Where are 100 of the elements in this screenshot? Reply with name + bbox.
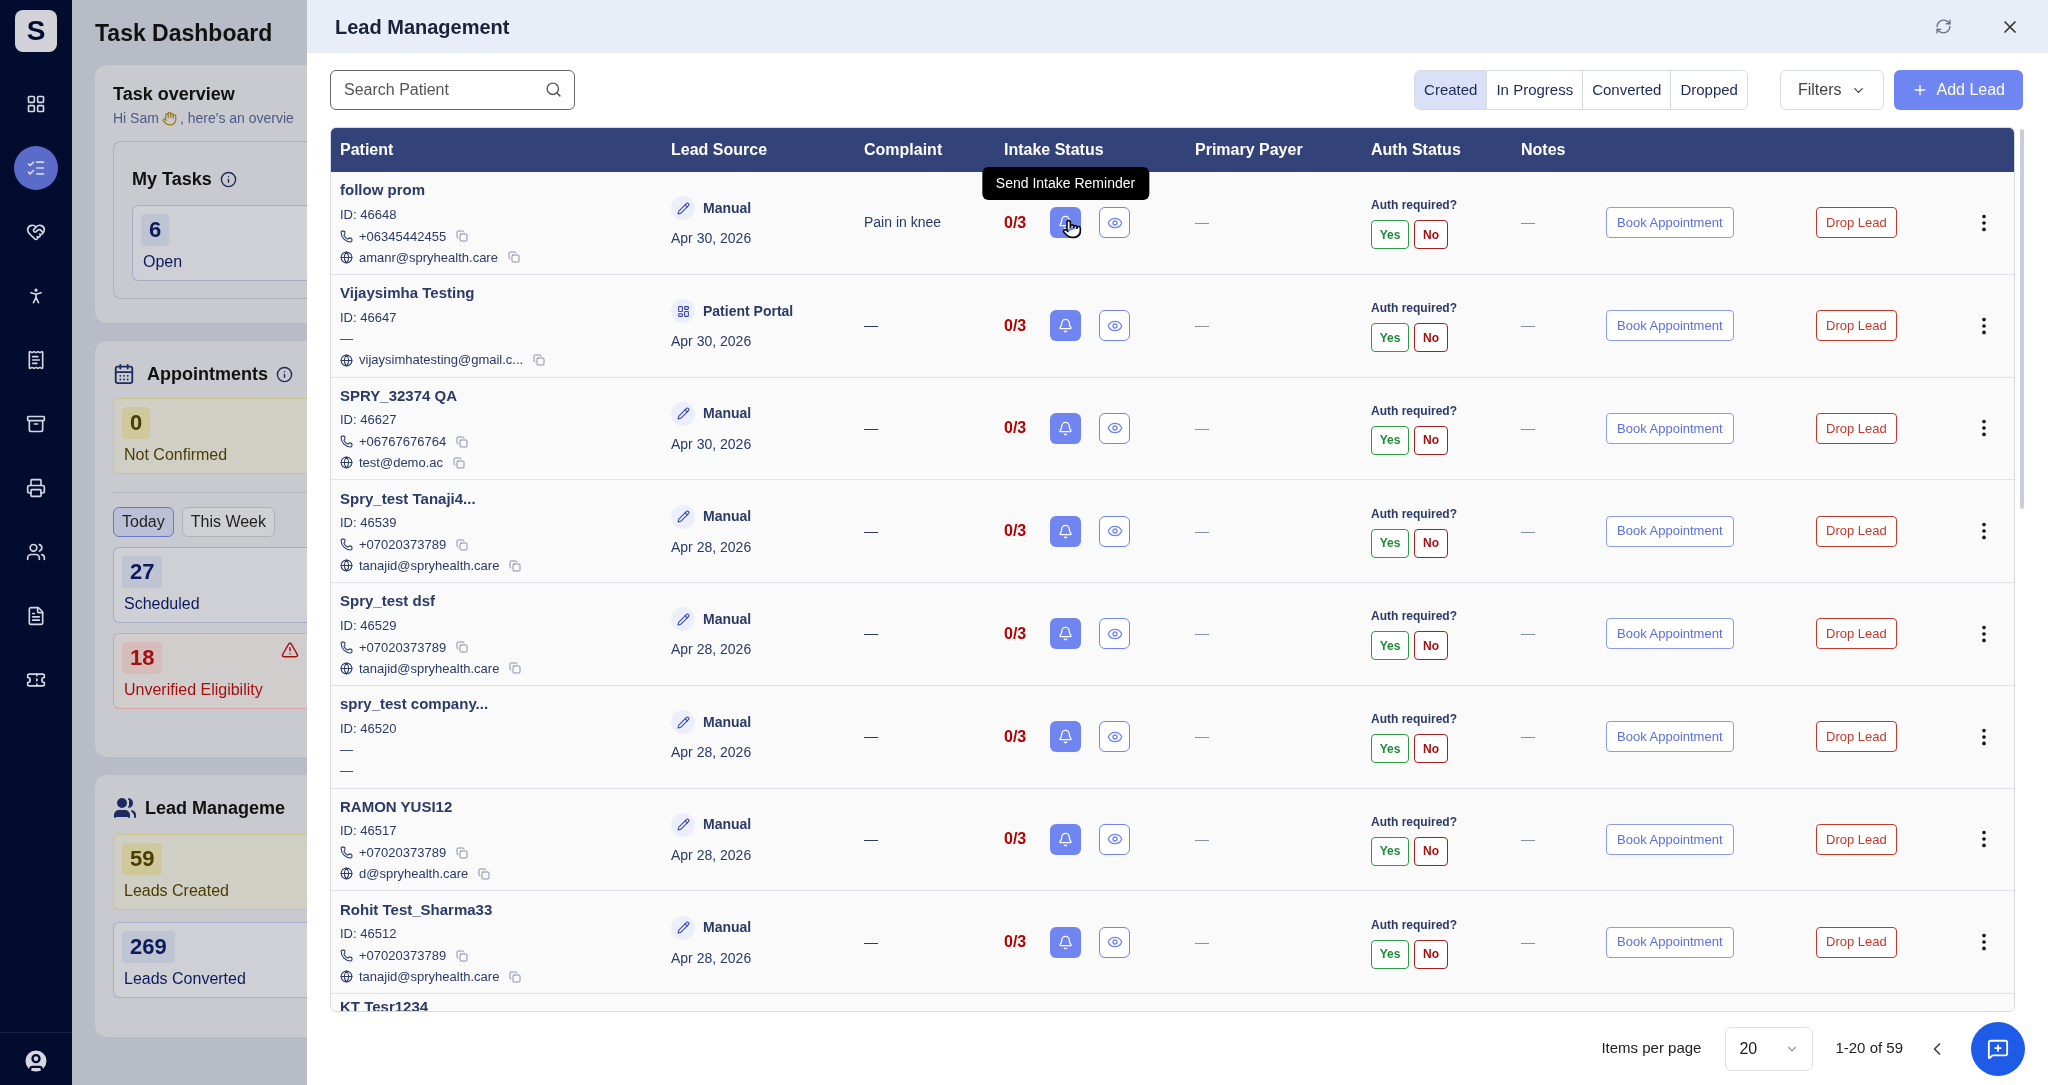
patient-name[interactable]: Spry_test dsf	[340, 590, 671, 613]
no-button[interactable]: No	[1414, 939, 1448, 969]
copy-icon[interactable]	[453, 456, 465, 469]
view-button[interactable]	[1099, 721, 1130, 753]
empty-value: —	[340, 741, 353, 760]
no-button[interactable]: No	[1414, 631, 1448, 661]
copy-icon[interactable]	[456, 846, 469, 859]
copy-icon[interactable]	[478, 867, 491, 880]
copy-icon[interactable]	[507, 251, 520, 264]
view-button[interactable]	[1099, 926, 1130, 958]
no-button[interactable]: No	[1414, 425, 1448, 455]
view-button[interactable]	[1099, 412, 1130, 444]
user-avatar-icon[interactable]	[22, 1047, 50, 1075]
patient-name[interactable]: Rohit Test_Sharma33	[340, 898, 671, 922]
book-appointment-button[interactable]: Book Appointment	[1606, 721, 1734, 753]
info-icon[interactable]	[276, 365, 293, 383]
yes-button[interactable]: Yes	[1371, 528, 1409, 558]
chat-button[interactable]	[1971, 1021, 2025, 1076]
drop-lead-button[interactable]: Drop Lead	[1816, 310, 1897, 342]
drop-lead-button[interactable]: Drop Lead	[1816, 515, 1897, 547]
book-appointment-button[interactable]: Book Appointment	[1606, 823, 1734, 855]
grid-glyph	[676, 304, 690, 318]
copy-icon[interactable]	[456, 230, 469, 243]
patient-name[interactable]: spry_test company...	[340, 693, 671, 716]
view-button[interactable]	[1099, 515, 1130, 547]
primary-payer: —	[1195, 418, 1209, 438]
complaint-text: —	[864, 932, 878, 952]
copy-icon[interactable]	[509, 559, 522, 572]
bell-icon	[1058, 318, 1073, 334]
patient-name[interactable]: SPRY_32374 QA	[340, 384, 671, 408]
period-tab[interactable]: Today	[113, 506, 174, 537]
view-button[interactable]	[1099, 618, 1130, 650]
patient-name[interactable]: follow prom	[340, 179, 671, 202]
yes-button[interactable]: Yes	[1371, 323, 1409, 353]
yes-button[interactable]: Yes	[1371, 220, 1409, 250]
drop-lead-button[interactable]: Drop Lead	[1816, 721, 1897, 753]
phone-number: +06345442455	[359, 227, 447, 246]
hand-cursor-icon	[1062, 219, 1082, 240]
yes-button[interactable]: Yes	[1371, 425, 1409, 455]
email-address: amanr@spryhealth.care	[359, 248, 498, 267]
period-tab[interactable]: This Week	[181, 506, 275, 537]
globe-icon	[340, 970, 353, 984]
copy-icon[interactable]	[456, 435, 469, 448]
drop-lead-button[interactable]: Drop Lead	[1816, 618, 1897, 650]
book-appointment-button[interactable]: Book Appointment	[1606, 515, 1734, 547]
copy-icon[interactable]	[456, 949, 469, 962]
drop-lead-button[interactable]: Drop Lead	[1816, 412, 1897, 444]
info-icon[interactable]	[219, 170, 237, 188]
yes-button[interactable]: Yes	[1371, 631, 1409, 661]
printer-icon	[26, 478, 46, 498]
status-tab[interactable]: Created	[1415, 71, 1487, 109]
book-appointment-button[interactable]: Book Appointment	[1606, 926, 1734, 958]
stat-card[interactable]: 27 Scheduled	[113, 546, 307, 623]
book-appointment-button[interactable]: Book Appointment	[1606, 207, 1734, 239]
view-button[interactable]	[1099, 207, 1130, 239]
view-button[interactable]	[1099, 823, 1130, 855]
pencil-glyph	[676, 921, 690, 935]
stat-value: 6	[141, 213, 170, 246]
archive-icon	[26, 414, 46, 434]
book-appointment-button[interactable]: Book Appointment	[1606, 618, 1734, 650]
stat-card[interactable]: 0 Not Confirmed	[113, 397, 307, 474]
filters-button[interactable]: Filters	[1779, 70, 1885, 110]
no-button[interactable]: No	[1414, 528, 1448, 558]
stat-card[interactable]: 59 Leads Created	[113, 833, 307, 910]
stat-label: Leads Converted	[123, 968, 247, 989]
stat-card[interactable]: 269 Leads Converted	[113, 921, 307, 998]
drop-lead-button[interactable]: Drop Lead	[1816, 823, 1897, 855]
copy-icon[interactable]	[509, 662, 522, 675]
stat-card[interactable]: 18 Unverified Eligibility	[113, 632, 307, 709]
yes-button[interactable]: Yes	[1371, 734, 1409, 764]
yes-button[interactable]: Yes	[1371, 836, 1409, 866]
view-button[interactable]	[1099, 310, 1130, 342]
yes-button[interactable]: Yes	[1371, 939, 1409, 969]
patient-name[interactable]: Spry_test Tanaji4...	[340, 487, 671, 511]
book-appointment-button[interactable]: Book Appointment	[1606, 310, 1734, 342]
page-title: Task Dashboard	[95, 19, 274, 48]
status-tab[interactable]: Dropped	[1670, 71, 1747, 109]
patient-name[interactable]: Vijaysimha Testing	[340, 282, 671, 305]
copy-icon[interactable]	[456, 641, 469, 654]
primary-payer: —	[1195, 624, 1209, 644]
app-logo[interactable]: S	[15, 10, 57, 52]
patient-name[interactable]: RAMON YUSI12	[340, 795, 671, 819]
per-page-select[interactable]: 20	[1725, 1026, 1814, 1071]
drop-lead-button[interactable]: Drop Lead	[1816, 207, 1897, 239]
stat-card[interactable]: 6 Open	[132, 204, 307, 281]
copy-icon[interactable]	[533, 354, 546, 367]
copy-icon[interactable]	[456, 538, 469, 551]
sidebar-item[interactable]	[14, 146, 58, 190]
no-button[interactable]: No	[1414, 836, 1448, 866]
phone-number: +07020373789	[359, 638, 447, 657]
book-appointment-button[interactable]: Book Appointment	[1606, 412, 1734, 444]
scrollbar[interactable]	[2020, 129, 2024, 509]
no-button[interactable]: No	[1414, 323, 1448, 353]
copy-icon[interactable]	[509, 970, 522, 983]
drop-lead-button[interactable]: Drop Lead	[1816, 926, 1897, 958]
primary-payer: —	[1195, 521, 1209, 541]
refresh-icon[interactable]	[1935, 18, 1952, 35]
no-button[interactable]: No	[1414, 220, 1448, 250]
search-field[interactable]: Search Patient	[330, 70, 575, 110]
no-button[interactable]: No	[1414, 734, 1448, 764]
